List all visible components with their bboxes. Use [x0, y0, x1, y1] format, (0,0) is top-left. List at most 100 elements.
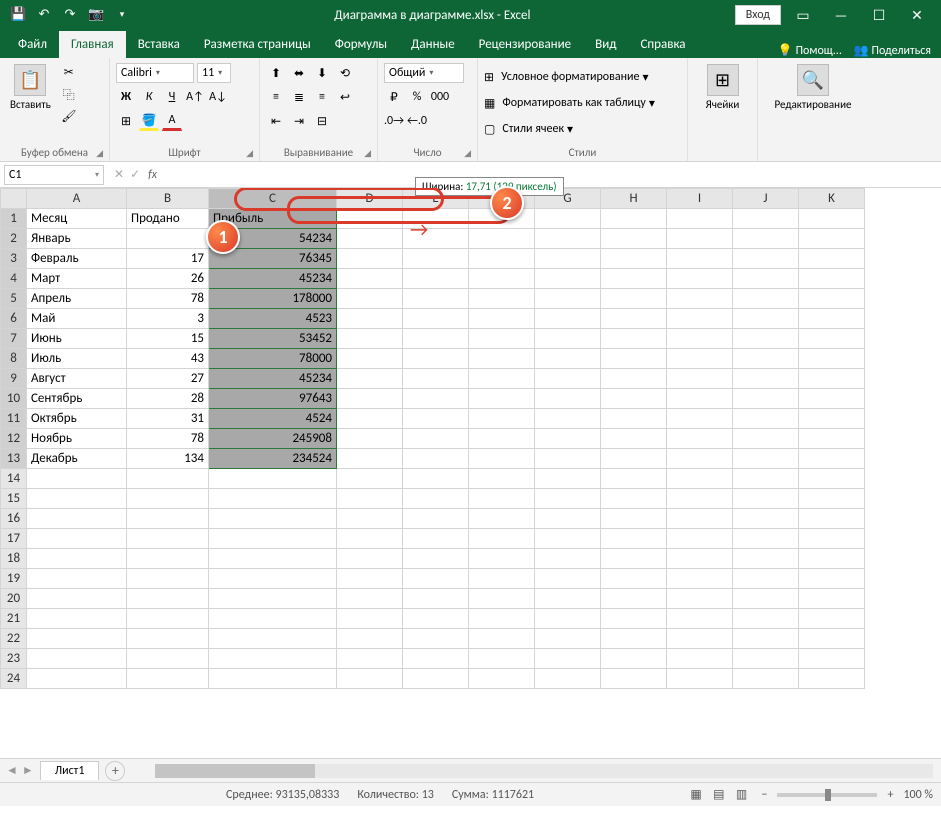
- zoom-out-icon[interactable]: −: [761, 788, 767, 802]
- close-icon[interactable]: ✕: [901, 7, 933, 24]
- align-center-icon[interactable]: ≣: [289, 87, 309, 107]
- cell-G9[interactable]: [535, 369, 601, 389]
- cell-F15[interactable]: [469, 489, 535, 509]
- cell-A23[interactable]: [27, 649, 127, 669]
- cell-G7[interactable]: [535, 329, 601, 349]
- cell-G21[interactable]: [535, 609, 601, 629]
- save-icon[interactable]: 💾: [10, 7, 26, 23]
- cell-I13[interactable]: [667, 449, 733, 469]
- ribbon-display-icon[interactable]: ▭: [787, 7, 819, 24]
- cell-E24[interactable]: [403, 669, 469, 689]
- cell-J5[interactable]: [733, 289, 799, 309]
- undo-icon[interactable]: ↶: [36, 7, 52, 23]
- cell-C8[interactable]: 78000: [209, 349, 337, 369]
- cell-A5[interactable]: Апрель: [27, 289, 127, 309]
- cell-F19[interactable]: [469, 569, 535, 589]
- cell-D1[interactable]: [337, 209, 403, 229]
- cell-J19[interactable]: [733, 569, 799, 589]
- cell-K15[interactable]: [799, 489, 865, 509]
- col-header-B[interactable]: B: [127, 189, 209, 209]
- cell-H16[interactable]: [601, 509, 667, 529]
- cell-H5[interactable]: [601, 289, 667, 309]
- cell-I16[interactable]: [667, 509, 733, 529]
- col-header-I[interactable]: I: [667, 189, 733, 209]
- cell-D14[interactable]: [337, 469, 403, 489]
- cell-C5[interactable]: 178000: [209, 289, 337, 309]
- cell-I19[interactable]: [667, 569, 733, 589]
- cell-A20[interactable]: [27, 589, 127, 609]
- cell-J11[interactable]: [733, 409, 799, 429]
- cell-D7[interactable]: [337, 329, 403, 349]
- horizontal-scrollbar[interactable]: [155, 764, 933, 778]
- cell-D11[interactable]: [337, 409, 403, 429]
- cell-F22[interactable]: [469, 629, 535, 649]
- qat-customize-icon[interactable]: ▾: [114, 7, 130, 23]
- cell-H6[interactable]: [601, 309, 667, 329]
- cell-F3[interactable]: [469, 249, 535, 269]
- cell-J10[interactable]: [733, 389, 799, 409]
- currency-icon[interactable]: ₽: [384, 87, 404, 107]
- camera-icon[interactable]: 📷: [88, 7, 104, 23]
- cell-F9[interactable]: [469, 369, 535, 389]
- cell-F24[interactable]: [469, 669, 535, 689]
- cell-K1[interactable]: [799, 209, 865, 229]
- row-header-3[interactable]: 3: [1, 249, 27, 269]
- cell-B11[interactable]: 31: [127, 409, 209, 429]
- cell-H15[interactable]: [601, 489, 667, 509]
- cell-I22[interactable]: [667, 629, 733, 649]
- cut-icon[interactable]: ✂: [59, 62, 79, 82]
- cell-I21[interactable]: [667, 609, 733, 629]
- cell-H4[interactable]: [601, 269, 667, 289]
- cell-I24[interactable]: [667, 669, 733, 689]
- cell-G18[interactable]: [535, 549, 601, 569]
- cell-H7[interactable]: [601, 329, 667, 349]
- cell-B19[interactable]: [127, 569, 209, 589]
- cell-F10[interactable]: [469, 389, 535, 409]
- cell-K12[interactable]: [799, 429, 865, 449]
- row-header-10[interactable]: 10: [1, 389, 27, 409]
- row-header-5[interactable]: 5: [1, 289, 27, 309]
- sheet-prev-icon[interactable]: ◄: [6, 763, 18, 778]
- name-box[interactable]: C1▾: [4, 165, 104, 185]
- decrease-indent-icon[interactable]: ⇤: [266, 111, 286, 131]
- cell-A6[interactable]: Май: [27, 309, 127, 329]
- increase-indent-icon[interactable]: ⇥: [289, 111, 309, 131]
- decrease-decimal-icon[interactable]: ←.0: [407, 111, 427, 131]
- cell-J7[interactable]: [733, 329, 799, 349]
- cell-C11[interactable]: 4524: [209, 409, 337, 429]
- cell-E17[interactable]: [403, 529, 469, 549]
- minimize-icon[interactable]: —: [825, 7, 857, 24]
- col-header-A[interactable]: A: [27, 189, 127, 209]
- cell-A13[interactable]: Декабрь: [27, 449, 127, 469]
- cell-J23[interactable]: [733, 649, 799, 669]
- tell-me[interactable]: 💡 Помощ...: [778, 43, 842, 58]
- tab-home[interactable]: Главная: [59, 31, 126, 58]
- tab-data[interactable]: Данные: [399, 31, 467, 58]
- cell-J2[interactable]: [733, 229, 799, 249]
- cell-A4[interactable]: Март: [27, 269, 127, 289]
- cell-E11[interactable]: [403, 409, 469, 429]
- bold-button[interactable]: Ж: [116, 87, 136, 107]
- cell-B7[interactable]: 15: [127, 329, 209, 349]
- cell-E5[interactable]: [403, 289, 469, 309]
- cell-C14[interactable]: [209, 469, 337, 489]
- cell-I10[interactable]: [667, 389, 733, 409]
- cell-K8[interactable]: [799, 349, 865, 369]
- cell-C13[interactable]: 234524: [209, 449, 337, 469]
- cell-E15[interactable]: [403, 489, 469, 509]
- cell-H17[interactable]: [601, 529, 667, 549]
- cell-B10[interactable]: 28: [127, 389, 209, 409]
- cell-B16[interactable]: [127, 509, 209, 529]
- cell-J9[interactable]: [733, 369, 799, 389]
- cell-C4[interactable]: 45234: [209, 269, 337, 289]
- cell-K18[interactable]: [799, 549, 865, 569]
- cell-J4[interactable]: [733, 269, 799, 289]
- cell-K22[interactable]: [799, 629, 865, 649]
- cell-B4[interactable]: 26: [127, 269, 209, 289]
- row-header-13[interactable]: 13: [1, 449, 27, 469]
- cell-H21[interactable]: [601, 609, 667, 629]
- cell-B13[interactable]: 134: [127, 449, 209, 469]
- cell-E21[interactable]: [403, 609, 469, 629]
- cell-J15[interactable]: [733, 489, 799, 509]
- cell-K14[interactable]: [799, 469, 865, 489]
